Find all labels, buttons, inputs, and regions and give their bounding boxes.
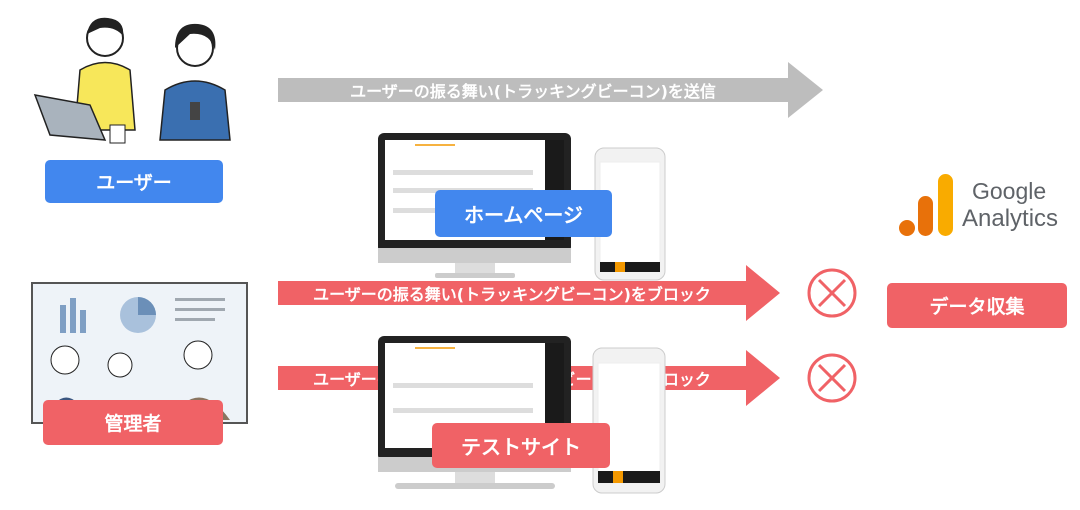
logo-analytics-text: Analytics (962, 205, 1059, 232)
data-collection-label: データ収集 (887, 283, 1067, 328)
logo-google-text: Google (972, 178, 1047, 204)
block-arrow-1-text: ユーザーの振る舞い(トラッキングビーコン)をブロック (313, 285, 711, 304)
test-site-devices (378, 336, 666, 494)
google-analytics-logo (899, 174, 953, 236)
homepage-label: ホームページ (435, 190, 612, 237)
blocked-x-circle-icon (807, 268, 857, 318)
admin-label: 管理者 (43, 400, 223, 445)
users-illustration (33, 17, 231, 144)
user-label: ユーザー (45, 160, 223, 203)
blocked-x-circle-icon (807, 353, 857, 403)
send-arrow-text: ユーザーの振る舞い(トラッキングビーコン)を送信 (350, 82, 716, 101)
test-site-label: テストサイト (432, 423, 610, 468)
